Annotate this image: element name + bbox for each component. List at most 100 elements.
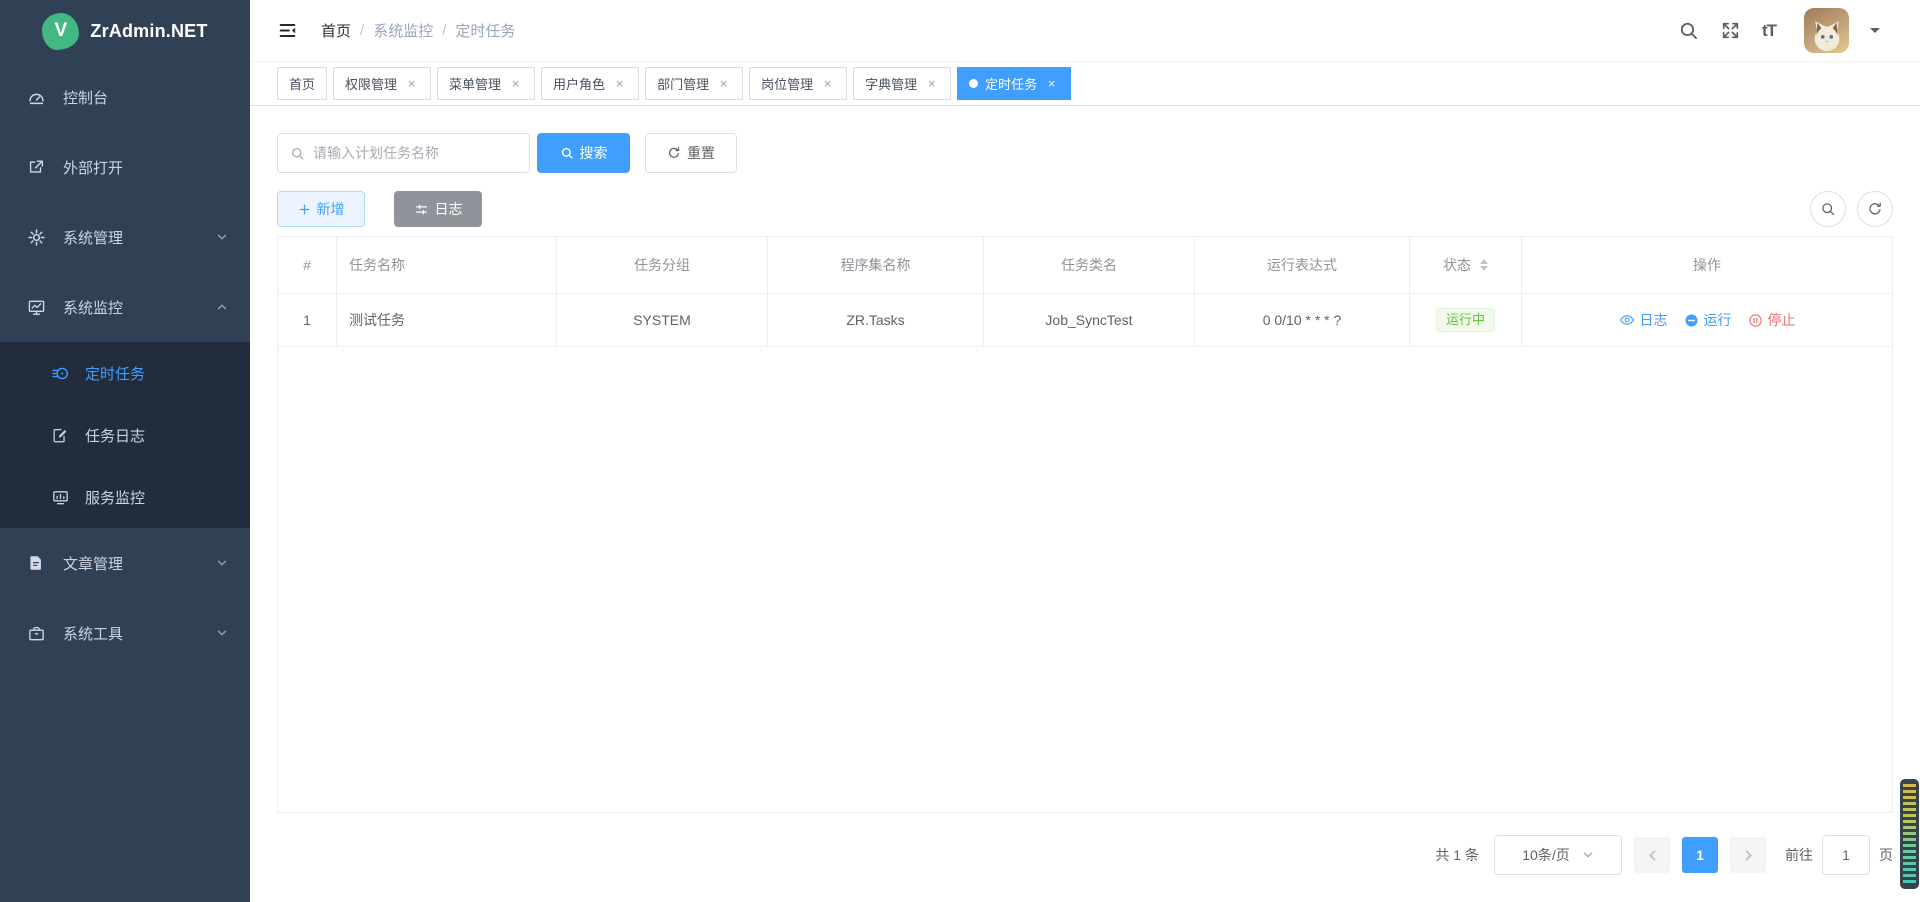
prev-page-button[interactable] bbox=[1634, 837, 1670, 873]
sidebar-item-label: 文章管理 bbox=[63, 553, 123, 574]
search-button[interactable]: 搜索 bbox=[537, 133, 630, 173]
sidebar-item-external-open[interactable]: 外部打开 bbox=[0, 132, 250, 202]
tab-label: 字典管理 bbox=[865, 74, 917, 93]
row-log-link[interactable]: 日志 bbox=[1619, 310, 1668, 330]
app-logo-area[interactable]: V ZrAdmin.NET bbox=[0, 0, 250, 62]
edit-log-icon bbox=[49, 425, 71, 445]
tab-department[interactable]: 部门管理 × bbox=[645, 67, 743, 100]
page-size-select[interactable]: 10条/页 bbox=[1494, 835, 1622, 875]
tab-label: 部门管理 bbox=[657, 74, 709, 93]
sidebar-item-label: 系统管理 bbox=[63, 227, 123, 248]
sidebar-item-article-management[interactable]: 文章管理 bbox=[0, 528, 250, 598]
column-header-status[interactable]: 状态 bbox=[1410, 237, 1522, 293]
sidebar-item-label: 控制台 bbox=[63, 87, 108, 108]
tab-menu-management[interactable]: 菜单管理 × bbox=[437, 67, 535, 100]
sidebar-item-dashboard[interactable]: 控制台 bbox=[0, 62, 250, 132]
sidebar-item-system-tools[interactable]: 系统工具 bbox=[0, 598, 250, 668]
close-icon[interactable]: × bbox=[404, 76, 419, 91]
search-icon bbox=[290, 146, 305, 161]
tab-user-role[interactable]: 用户角色 × bbox=[541, 67, 639, 100]
avatar[interactable] bbox=[1804, 8, 1849, 53]
column-header-task-name: 任务名称 bbox=[337, 237, 557, 293]
navbar-actions: tT bbox=[1678, 8, 1880, 53]
page-content: 搜索 重置 新增 日志 bbox=[250, 106, 1920, 902]
sort-ascending-icon[interactable] bbox=[1480, 255, 1488, 264]
cell-actions: 日志 运行 停止 bbox=[1522, 294, 1892, 346]
table-empty-space bbox=[278, 347, 1892, 812]
column-header-job-class: 任务类名 bbox=[984, 237, 1195, 293]
audio-level-indicator bbox=[1900, 779, 1919, 889]
sidebar-item-system-monitor[interactable]: 系统监控 bbox=[0, 272, 250, 342]
cell-assembly: ZR.Tasks bbox=[768, 294, 984, 346]
cell-status: 运行中 bbox=[1410, 294, 1522, 346]
caret-down-icon[interactable] bbox=[1870, 28, 1880, 38]
cell-cron: 0 0/10 * * * ? bbox=[1195, 294, 1410, 346]
sidebar-item-task-logs[interactable]: 任务日志 bbox=[0, 404, 250, 466]
breadcrumb-separator: / bbox=[360, 22, 364, 39]
row-run-link[interactable]: 运行 bbox=[1684, 310, 1732, 330]
sidebar: V ZrAdmin.NET 控制台 外部打开 系统管理 bbox=[0, 0, 250, 902]
document-icon bbox=[25, 553, 47, 573]
tab-post[interactable]: 岗位管理 × bbox=[749, 67, 847, 100]
font-size-icon[interactable]: tT bbox=[1762, 21, 1776, 41]
tab-home[interactable]: 首页 bbox=[277, 67, 327, 100]
collapse-sidebar-icon[interactable] bbox=[277, 20, 298, 41]
page-number-button[interactable]: 1 bbox=[1682, 837, 1718, 873]
row-stop-label: 停止 bbox=[1768, 310, 1796, 330]
reset-button[interactable]: 重置 bbox=[645, 133, 737, 173]
sidebar-item-label: 定时任务 bbox=[85, 363, 145, 384]
sort-caret-icon[interactable] bbox=[1480, 255, 1488, 275]
column-header-task-group: 任务分组 bbox=[557, 237, 768, 293]
close-icon[interactable]: × bbox=[820, 76, 835, 91]
close-icon[interactable]: × bbox=[612, 76, 627, 91]
tab-label: 用户角色 bbox=[553, 74, 605, 93]
row-stop-link[interactable]: 停止 bbox=[1748, 310, 1796, 330]
task-name-input[interactable] bbox=[313, 145, 517, 161]
breadcrumb-separator: / bbox=[442, 22, 446, 39]
goto-page-input[interactable] bbox=[1822, 835, 1870, 875]
gear-icon bbox=[25, 227, 47, 247]
close-icon[interactable]: × bbox=[508, 76, 523, 91]
fullscreen-icon[interactable] bbox=[1720, 20, 1741, 41]
page-size-value: 10条/页 bbox=[1522, 845, 1569, 865]
select-arrow-icon bbox=[1582, 849, 1594, 861]
sidebar-item-label: 系统工具 bbox=[63, 623, 123, 644]
log-button[interactable]: 日志 bbox=[394, 191, 482, 227]
cell-task-name: 测试任务 bbox=[337, 294, 557, 346]
toggle-search-button[interactable] bbox=[1810, 191, 1846, 227]
sidebar-item-scheduled-tasks[interactable]: 定时任务 bbox=[0, 342, 250, 404]
sidebar-item-label: 外部打开 bbox=[63, 157, 123, 178]
server-monitor-icon bbox=[49, 487, 71, 507]
chevron-down-icon bbox=[216, 557, 228, 569]
app-logo-icon: V bbox=[42, 13, 79, 50]
refresh-table-button[interactable] bbox=[1857, 191, 1893, 227]
breadcrumb-home[interactable]: 首页 bbox=[321, 20, 351, 41]
sidebar-item-label: 系统监控 bbox=[63, 297, 123, 318]
chevron-up-icon bbox=[216, 301, 228, 313]
goto-label: 前往 bbox=[1785, 845, 1813, 865]
tab-scheduled-tasks[interactable]: 定时任务 × bbox=[957, 67, 1071, 100]
task-name-input-wrapper bbox=[277, 133, 530, 173]
tab-dictionary[interactable]: 字典管理 × bbox=[853, 67, 951, 100]
add-button[interactable]: 新增 bbox=[277, 191, 365, 227]
row-log-label: 日志 bbox=[1640, 310, 1668, 330]
chevron-left-icon bbox=[1646, 849, 1659, 862]
close-icon[interactable]: × bbox=[716, 76, 731, 91]
close-icon[interactable]: × bbox=[1044, 76, 1059, 91]
tab-label: 首页 bbox=[289, 74, 315, 93]
tab-label: 菜单管理 bbox=[449, 74, 501, 93]
close-icon[interactable]: × bbox=[924, 76, 939, 91]
goto-page: 前往 页 bbox=[1785, 835, 1893, 875]
sidebar-item-service-monitor[interactable]: 服务监控 bbox=[0, 466, 250, 528]
pagination: 共 1 条 10条/页 1 前往 页 bbox=[277, 835, 1893, 875]
search-icon[interactable] bbox=[1678, 20, 1699, 41]
tab-permission[interactable]: 权限管理 × bbox=[333, 67, 431, 100]
next-page-button[interactable] bbox=[1730, 837, 1766, 873]
breadcrumb-current: 定时任务 bbox=[455, 20, 515, 41]
breadcrumb-system-monitor: 系统监控 bbox=[373, 20, 433, 41]
table-row: 1 测试任务 SYSTEM ZR.Tasks Job_SyncTest 0 0/… bbox=[278, 294, 1892, 347]
sidebar-item-system-management[interactable]: 系统管理 bbox=[0, 202, 250, 272]
sort-descending-icon[interactable] bbox=[1480, 266, 1488, 275]
sidebar-menu: 控制台 外部打开 系统管理 系统监控 bbox=[0, 62, 250, 668]
dashboard-icon bbox=[25, 87, 47, 107]
